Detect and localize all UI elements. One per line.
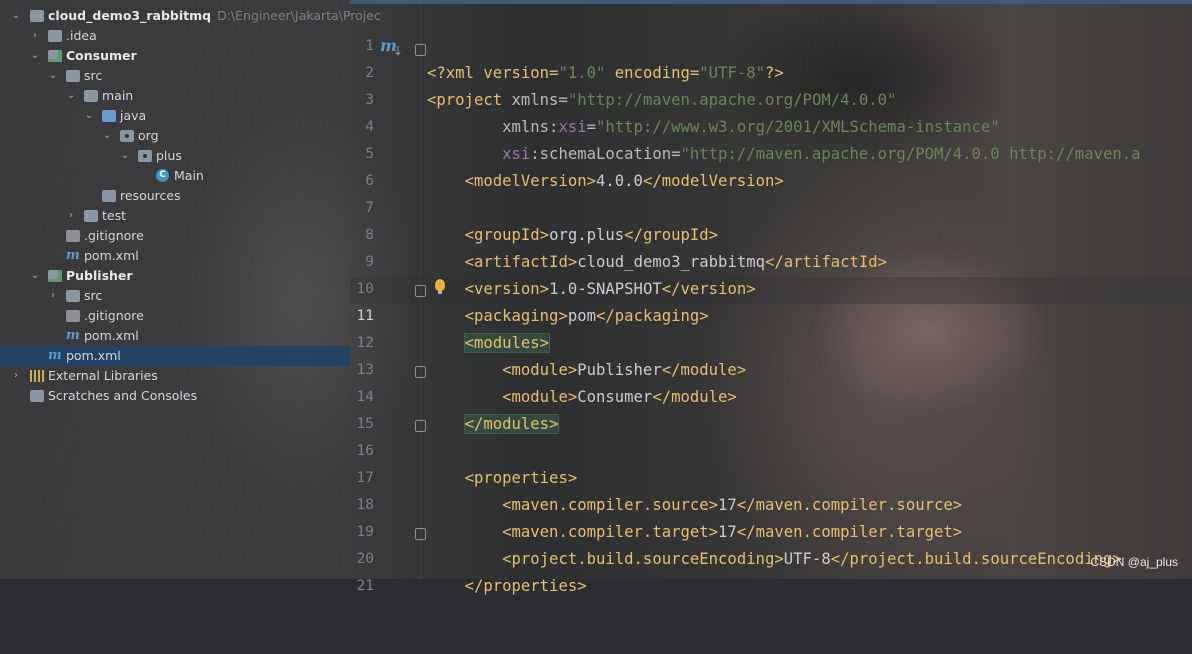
code-line[interactable]: 6: [350, 141, 1192, 189]
tree-item-consumer-src[interactable]: ⌄ src: [0, 66, 350, 86]
code-line[interactable]: 19 <project.build.sourceEncoding>UTF-8</…: [350, 492, 1192, 568]
code-text: </properties>: [464, 577, 587, 595]
folder-icon: [30, 10, 44, 22]
tree-item-consumer-gitignore[interactable]: .gitignore: [0, 226, 350, 246]
chevron-down-icon[interactable]: ⌄: [46, 66, 60, 86]
tree-item-label: Scratches and Consoles: [48, 388, 198, 403]
maven-icon: m: [66, 328, 80, 343]
chevron-right-icon[interactable]: ›: [28, 26, 42, 46]
tree-item-java[interactable]: ⌄ java: [0, 106, 350, 126]
chevron-right-icon[interactable]: ›: [9, 366, 23, 386]
folder-icon: [84, 90, 98, 102]
tree-item-root[interactable]: ⌄ cloud_demo3_rabbitmq D:\Engineer\Jakart…: [0, 6, 381, 26]
code-line[interactable]: 15: [350, 384, 1192, 432]
folder-icon: [66, 70, 80, 82]
tree-item-label: Main: [174, 168, 204, 183]
code-line[interactable]: 17 <maven.compiler.source>17</maven.comp…: [350, 438, 1192, 514]
tree-item-label: pom.xml: [84, 248, 139, 263]
tree-item-label: .idea: [66, 28, 97, 43]
code-line[interactable]: 13 <module>Consumer</module>: [350, 330, 1192, 406]
tree-item-label: External Libraries: [48, 368, 158, 383]
folder-icon: [48, 30, 62, 42]
tree-item-label: cloud_demo3_rabbitmq D:\Engineer\Jakarta\…: [48, 8, 381, 23]
code-line[interactable]: 20 </properties>: [350, 519, 1192, 595]
code-line[interactable]: 21: [350, 546, 1192, 594]
chevron-down-icon[interactable]: ⌄: [100, 126, 114, 146]
chevron-down-icon[interactable]: ⌄: [28, 266, 42, 286]
chevron-down-icon[interactable]: ⌄: [28, 46, 42, 66]
code-editor[interactable]: m ↓ 1 <?xml version="1.0" encoding="UTF-…: [350, 0, 1192, 595]
tree-item-label: src: [84, 288, 103, 303]
tree-item-label: .gitignore: [84, 228, 144, 243]
code-line[interactable]: 10 <packaging>pom</packaging>: [350, 249, 1192, 325]
code-line[interactable]: 1 <?xml version="1.0" encoding="UTF-8"?>: [350, 6, 1192, 82]
code-line[interactable]: 18 <maven.compiler.target>17</maven.comp…: [350, 465, 1192, 541]
chevron-down-icon[interactable]: ⌄: [64, 86, 78, 106]
tree-item-test[interactable]: › test: [0, 206, 350, 226]
chevron-right-icon[interactable]: ›: [64, 206, 78, 226]
library-icon: [30, 370, 44, 382]
tree-item-publisher-gitignore[interactable]: .gitignore: [0, 306, 350, 326]
code-line[interactable]: 12 <module>Publisher</module>: [350, 303, 1192, 379]
line-number: 21: [356, 578, 374, 594]
tree-item-label: test: [102, 208, 127, 223]
tree-item-main-class[interactable]: C Main: [0, 166, 350, 186]
tree-item-consumer-pom[interactable]: m pom.xml: [0, 246, 350, 266]
tree-item-label: src: [84, 68, 103, 83]
maven-icon: m: [66, 248, 80, 263]
class-icon: C: [156, 169, 169, 182]
chevron-right-icon[interactable]: ›: [46, 286, 60, 306]
tree-item-org[interactable]: ⌄ org: [0, 126, 350, 146]
tree-item-main[interactable]: ⌄ main: [0, 86, 350, 106]
tree-item-label: pom.xml: [66, 348, 121, 363]
code-line[interactable]: 16 <properties>: [350, 411, 1192, 487]
tree-item-label: .gitignore: [84, 308, 144, 323]
chevron-down-icon[interactable]: ⌄: [118, 146, 132, 166]
chevron-down-icon[interactable]: ⌄: [9, 6, 23, 26]
tree-item-label: Publisher: [66, 268, 133, 283]
tree-item-label: resources: [120, 188, 181, 203]
package-icon: [138, 150, 152, 162]
code-line[interactable]: 9 <version>1.0-SNAPSHOT</version>: [350, 222, 1192, 298]
code-line-current[interactable]: 11 <modules>: [350, 276, 1192, 353]
tree-item-publisher-src[interactable]: › src: [0, 286, 350, 306]
code-line[interactable]: 3 xmlns:xsi="http://www.w3.org/2001/XMLS…: [350, 60, 1192, 136]
editor-tab-indicator: [350, 0, 1192, 4]
gitignore-icon: [66, 230, 80, 242]
resources-folder-icon: [102, 190, 116, 202]
tree-item-scratches[interactable]: Scratches and Consoles: [0, 386, 350, 406]
package-icon: [120, 130, 134, 142]
tree-item-label: org: [138, 128, 159, 143]
tree-item-label: Consumer: [66, 48, 137, 63]
code-line[interactable]: 8 <artifactId>cloud_demo3_rabbitmq</arti…: [350, 195, 1192, 271]
gitignore-icon: [66, 310, 80, 322]
code-line[interactable]: 5 <modelVersion>4.0.0</modelVersion>: [350, 114, 1192, 190]
maven-icon: m: [48, 348, 62, 363]
tree-item-resources[interactable]: resources: [0, 186, 350, 206]
tree-item-publisher-pom[interactable]: m pom.xml: [0, 326, 350, 346]
module-folder-icon: [48, 270, 62, 282]
tree-item-idea[interactable]: › .idea: [0, 26, 350, 46]
module-folder-icon: [48, 50, 62, 62]
folder-icon: [84, 210, 98, 222]
tree-item-publisher[interactable]: ⌄ Publisher: [0, 266, 350, 286]
tree-item-label: pom.xml: [84, 328, 139, 343]
code-line[interactable]: 4 xsi:schemaLocation="http://maven.apach…: [350, 87, 1192, 163]
code-line[interactable]: 2 <project xmlns="http://maven.apache.or…: [350, 33, 1192, 109]
tree-item-plus[interactable]: ⌄ plus: [0, 146, 350, 166]
source-folder-icon: [102, 110, 116, 122]
tree-item-root-pom[interactable]: m pom.xml: [0, 346, 350, 366]
watermark: CSDN @aj_plus: [1090, 555, 1178, 569]
code-line[interactable]: 14 </modules>: [350, 357, 1192, 434]
tree-item-external-libraries[interactable]: › External Libraries: [0, 366, 350, 386]
tree-item-label: plus: [156, 148, 182, 163]
scratches-icon: [30, 390, 44, 402]
folder-icon: [66, 290, 80, 302]
code-line[interactable]: 7 <groupId>org.plus</groupId>: [350, 168, 1192, 244]
tree-item-label: main: [102, 88, 134, 103]
tree-item-consumer[interactable]: ⌄ Consumer: [0, 46, 350, 66]
chevron-down-icon[interactable]: ⌄: [82, 106, 96, 126]
tree-item-label: java: [120, 108, 147, 123]
project-tree: ⌄ cloud_demo3_rabbitmq D:\Engineer\Jakart…: [0, 0, 381, 579]
